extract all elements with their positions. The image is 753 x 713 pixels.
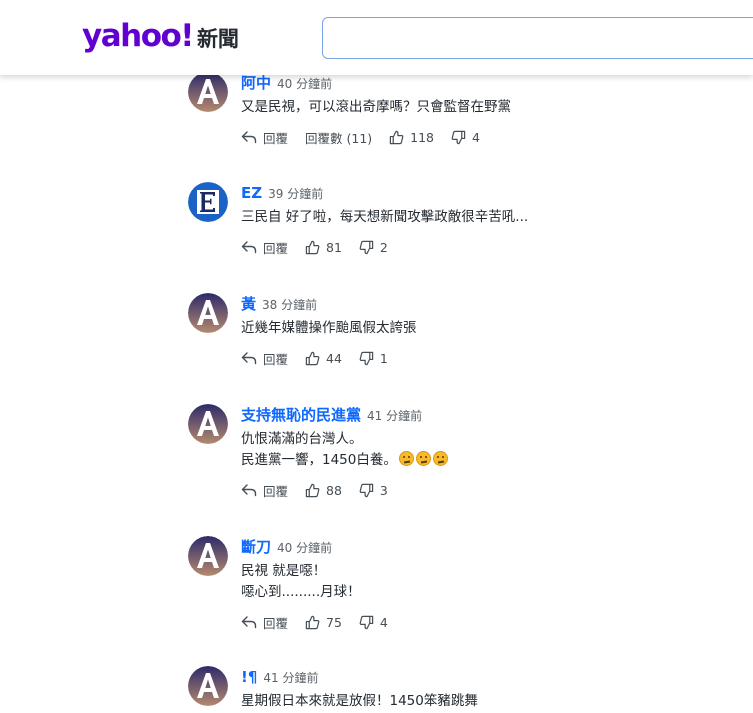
thumbs-down-icon [359, 615, 374, 629]
thinking-face-emoji-icon [398, 451, 414, 466]
reply-label: 回覆 [263, 240, 289, 256]
like-button[interactable]: 88 [305, 483, 342, 498]
dislike-count: 4 [472, 129, 480, 145]
like-button[interactable]: 44 [305, 351, 342, 366]
avatar-a-icon[interactable] [188, 404, 228, 444]
reply-arrow-icon [241, 484, 257, 497]
yahoo-news-logo[interactable]: yahoo! 新聞 [82, 18, 239, 54]
dislike-button[interactable]: 4 [359, 615, 388, 630]
comment-actions: 回覆 75 4 [241, 612, 701, 632]
reply-label: 回覆 [263, 615, 289, 631]
avatar-a-icon[interactable] [188, 536, 228, 576]
reply-button[interactable]: 回覆 [241, 349, 288, 368]
avatar-e-icon[interactable] [188, 182, 228, 222]
thumbs-down-icon [359, 240, 374, 254]
comment-time: 39 分鐘前 [268, 187, 324, 201]
comment-text: 又是民視，可以滾出奇摩嗎？只會監督在野黨 [241, 97, 701, 118]
avatar-a-icon[interactable] [188, 666, 228, 706]
comment-line: 民視 就是噁！ [241, 563, 327, 579]
comment-line: 仇恨滿滿的台灣人。 [241, 431, 363, 447]
replies-count-button[interactable]: 回覆數 (11) [305, 128, 372, 147]
thumbs-up-icon [305, 351, 320, 365]
like-button[interactable]: 118 [389, 130, 434, 145]
dislike-button[interactable]: 3 [359, 483, 388, 498]
comment-time: 40 分鐘前 [277, 77, 333, 91]
like-count: 118 [410, 129, 435, 145]
commenter-name[interactable]: !¶ [241, 668, 257, 686]
avatar-a-icon[interactable] [188, 72, 228, 112]
like-button[interactable]: 81 [305, 240, 342, 255]
thumbs-up-icon [305, 483, 320, 497]
commenter-name[interactable]: EZ [241, 184, 262, 202]
thumbs-up-icon [305, 615, 320, 629]
like-button[interactable]: 75 [305, 615, 342, 630]
comment-text: 星期假日本來就是放假！1450笨豬跳舞 [241, 691, 701, 712]
reply-arrow-icon [241, 241, 257, 254]
comment-line: 噁心到.........月球！ [241, 584, 361, 600]
comment-text: 三民自 好了啦，每天想新聞攻擊政敵很辛苦吼... [241, 207, 701, 228]
reply-label: 回覆 [263, 483, 289, 499]
dislike-count: 3 [379, 482, 388, 498]
comment-time: 41 分鐘前 [263, 671, 319, 685]
search-input[interactable] [323, 18, 753, 58]
like-count: 44 [326, 350, 342, 366]
comment-text: 仇恨滿滿的台灣人。 民進黨一響，1450白養。 [241, 429, 701, 471]
commenter-name[interactable]: 支持無恥的民進黨 [241, 406, 361, 424]
yahoo-logo-text: yahoo! [82, 18, 194, 54]
thumbs-up-icon [389, 130, 404, 144]
comment-actions: 回覆 88 3 [241, 480, 701, 500]
dislike-count: 2 [379, 239, 388, 255]
reply-button[interactable]: 回覆 [241, 238, 288, 257]
reply-arrow-icon [241, 131, 257, 144]
comment-line-with-emoji: 民進黨一響，1450白養。 [241, 450, 701, 471]
thumbs-down-icon [359, 351, 374, 365]
comment-line: 三民自 好了啦，每天想新聞攻擊政敵很辛苦吼... [241, 209, 529, 225]
comment-time: 38 分鐘前 [262, 298, 318, 312]
dislike-count: 1 [379, 350, 388, 366]
comment-actions: 回覆 81 2 [241, 237, 701, 257]
replies-count-label: 回覆數 (11) [305, 130, 373, 146]
reply-arrow-icon [241, 352, 257, 365]
site-header: yahoo! 新聞 [0, 0, 753, 75]
commenter-name[interactable]: 阿中 [241, 74, 271, 92]
comment-time: 41 分鐘前 [367, 409, 423, 423]
dislike-button[interactable]: 1 [359, 351, 388, 366]
comment-line: 又是民視，可以滾出奇摩嗎？只會監督在野黨 [241, 99, 511, 115]
thumbs-down-icon [451, 130, 466, 144]
news-section-label: 新聞 [196, 27, 239, 51]
comment-line: 近幾年媒體操作颱風假太誇張 [241, 320, 417, 336]
thinking-face-emoji-icon [432, 451, 448, 466]
comment-actions: 回覆 回覆數 (11) 118 4 [241, 127, 701, 147]
comment-actions: 回覆 44 1 [241, 348, 701, 368]
comment-time: 40 分鐘前 [277, 541, 333, 555]
comment-text: 近幾年媒體操作颱風假太誇張 [241, 318, 701, 339]
commenter-name[interactable]: 黃 [241, 295, 256, 313]
reply-button[interactable]: 回覆 [241, 613, 288, 632]
like-count: 88 [326, 482, 342, 498]
reply-label: 回覆 [263, 130, 289, 146]
thinking-face-emoji-icon [415, 451, 431, 466]
dislike-button[interactable]: 4 [451, 130, 480, 145]
dislike-count: 4 [379, 614, 388, 630]
reply-arrow-icon [241, 616, 257, 629]
like-count: 81 [326, 239, 342, 255]
comment-line: 民進黨一響，1450白養。 [241, 452, 397, 468]
reply-label: 回覆 [263, 351, 289, 367]
like-count: 75 [326, 614, 342, 630]
thumbs-down-icon [359, 483, 374, 497]
reply-button[interactable]: 回覆 [241, 481, 288, 500]
comment-text: 民視 就是噁！ 噁心到.........月球！ [241, 561, 701, 603]
avatar-a-icon[interactable] [188, 293, 228, 333]
search-box[interactable] [322, 17, 753, 59]
reply-button[interactable]: 回覆 [241, 128, 288, 147]
thumbs-up-icon [305, 240, 320, 254]
comment-line: 星期假日本來就是放假！1450笨豬跳舞 [241, 693, 478, 709]
dislike-button[interactable]: 2 [359, 240, 388, 255]
commenter-name[interactable]: 斷刀 [241, 538, 271, 556]
